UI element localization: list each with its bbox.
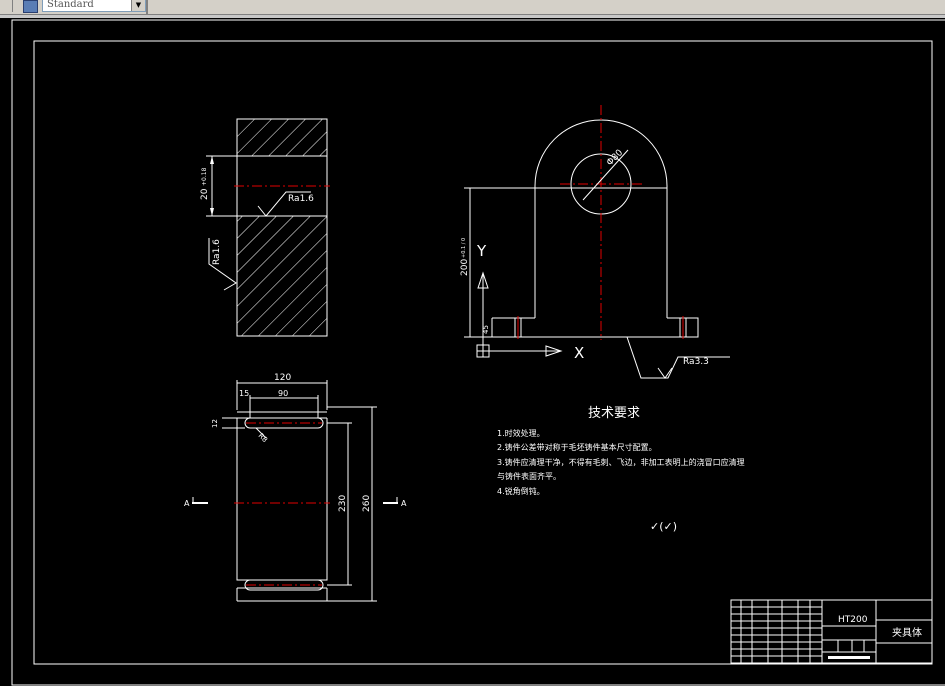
toolbar: Standard ▼ [0,0,945,15]
dim-width-text: 120 [274,373,291,383]
bottom-left-plan-view[interactable]: 120 90 15 12 R8 230 260 A A [184,373,407,602]
toolbar-grip[interactable] [0,0,13,12]
tech-req-line-3: 3.铸件应清理干净，不得有毛刺、飞边，非加工表明上的浇冒口应清理 [497,457,745,467]
axis-x-label: X [574,344,584,362]
title-block[interactable]: HT200 夹具体 [730,599,933,664]
dim-230-text: 230 [338,495,348,512]
title-block-material: HT200 [838,615,868,625]
text-style-icon[interactable] [23,0,38,13]
roughness-label-3: Ra3.3 [683,357,709,367]
front-view[interactable]: Φ80 200 +0.1 / 0 45 Y X Ra3.3 [460,105,730,379]
title-block-part-name: 夹具体 [892,626,922,639]
dim-left-text: 12 [211,419,219,428]
roughness-general-mark: ✓(✓) [650,520,677,533]
tech-req-line-5: 4.锐角倒钝。 [497,486,545,496]
section-mark-right: A [401,499,407,508]
tech-req-title: 技术要求 [588,406,640,421]
tech-req-line-1: 1.时效处理。 [497,428,545,438]
chevron-down-icon[interactable]: ▼ [131,0,145,11]
toolbar-separator [146,0,148,14]
dim-diameter-text: Φ80 [605,148,625,168]
technical-requirements: 技术要求 1.时效处理。 2.铸件公差带对称于毛坯铸件基本尺寸配置。 3.铸件应… [497,406,745,533]
tech-req-line-2: 2.铸件公差带对称于毛坯铸件基本尺寸配置。 [497,442,657,452]
sheet-outer-border [11,19,945,686]
roughness-label-1: Ra1.6 [288,194,314,204]
dim-height-200: 200 [460,259,470,276]
top-left-section-view[interactable]: 20 +0.18 Ra1.6 Ra1.6 [200,118,330,337]
text-style-dropdown[interactable]: Standard ▼ [42,0,146,12]
dim-260-text: 260 [362,495,372,512]
section-mark-left: A [184,499,190,508]
dim-height-text: 20 [200,188,210,200]
tech-req-line-4: 与铸件表面齐平。 [497,471,561,481]
text-style-value: Standard [47,0,94,10]
drawing-canvas[interactable]: 20 +0.18 Ra1.6 Ra1.6 120 90 15 12 R8 230… [0,18,945,686]
dim-r8-text: R8 [257,432,269,444]
dim-height-200-tol: +0.1 / 0 [461,238,467,258]
dim-tolerance-text: +0.18 [201,167,208,186]
roughness-label-2: Ra1.6 [212,239,222,265]
dim-15-text: 15 [239,389,249,398]
axis-y-label: Y [476,242,487,260]
dim-90-text: 90 [278,389,288,398]
